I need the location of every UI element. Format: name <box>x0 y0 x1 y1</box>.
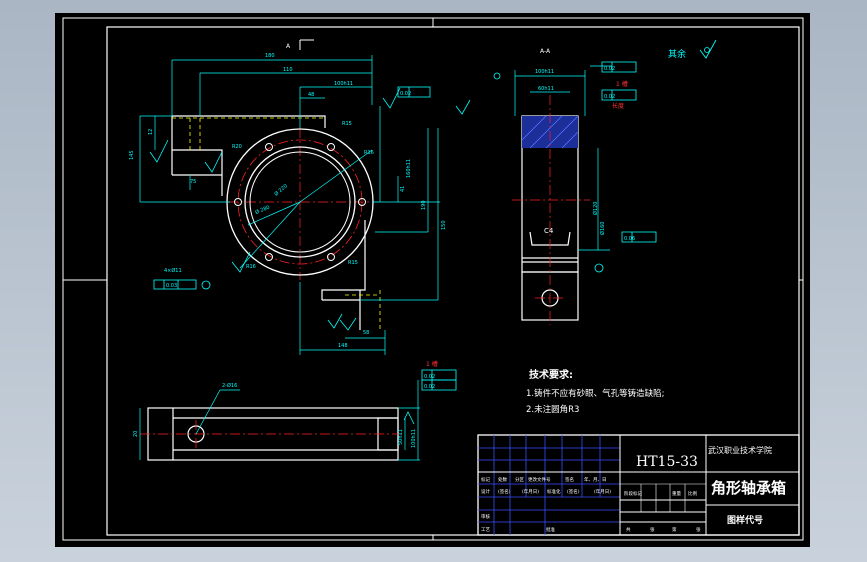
svg-text:0.02: 0.02 <box>604 94 615 100</box>
tb-label-craft: 工艺 <box>481 527 490 533</box>
tb-label-no: 第 <box>672 526 677 533</box>
svg-text:58: 58 <box>363 330 369 336</box>
drawing-code-label: 图样代号 <box>727 514 763 526</box>
svg-text:48: 48 <box>308 92 314 98</box>
tb-label-design: 设计 <box>481 488 490 495</box>
tb-label-zone: 分区 <box>515 476 524 483</box>
svg-text:50h11: 50h11 <box>398 429 404 445</box>
tb-label-mark: 标记 <box>481 476 490 483</box>
tb-label-design-sign: (签名) <box>498 488 511 495</box>
svg-text:12: 12 <box>148 129 154 135</box>
tb-label-standard: 标准化 <box>547 488 561 495</box>
tb-label-scale: 比例 <box>688 490 697 497</box>
svg-text:60h11: 60h11 <box>538 86 554 92</box>
svg-text:长度: 长度 <box>612 102 624 110</box>
tb-label-standard-date: (年月日) <box>594 488 611 495</box>
svg-text:0.02: 0.02 <box>424 374 435 380</box>
svg-text:0.02: 0.02 <box>604 66 615 72</box>
svg-text:0.06: 0.06 <box>624 236 635 242</box>
svg-text:100h11: 100h11 <box>334 81 353 87</box>
svg-text:75: 75 <box>190 179 196 185</box>
tech-req-item-2: 2.未注圆角R3 <box>526 404 579 415</box>
svg-text:R16: R16 <box>246 264 256 270</box>
svg-text:100h11: 100h11 <box>535 69 554 75</box>
tb-label-weight: 重量 <box>672 490 681 497</box>
svg-text:R20: R20 <box>232 144 242 150</box>
tb-label-count: 处数 <box>498 476 507 483</box>
tb-label-approve: 批准 <box>546 526 555 533</box>
tb-label-sheets-1: 张 <box>650 526 655 533</box>
svg-text:100h11: 100h11 <box>411 429 417 448</box>
svg-text:110: 110 <box>283 67 293 73</box>
tb-label-date: 年、月、日 <box>584 476 607 483</box>
svg-text:41: 41 <box>400 186 406 192</box>
svg-text:0.03: 0.03 <box>166 283 177 289</box>
tb-label-design-date: (年月日) <box>522 488 539 495</box>
svg-text:R15: R15 <box>342 121 352 127</box>
drawing-sheet: 180 110 100h11 48 R15 R20 R16 Ø 220 Ø 28… <box>55 13 810 547</box>
tb-label-sign: 签名 <box>565 476 574 483</box>
part-number: HT15-33 <box>636 454 698 470</box>
svg-text:2-Ø16: 2-Ø16 <box>222 382 237 389</box>
tb-label-change-doc: 更改文件号 <box>528 476 551 483</box>
svg-text:180: 180 <box>265 53 275 59</box>
svg-text:150: 150 <box>441 220 447 230</box>
tb-label-standard-sign: (签名) <box>567 488 580 495</box>
svg-text:4×Ø11: 4×Ø11 <box>164 267 182 274</box>
svg-text:C4: C4 <box>544 227 554 235</box>
school-name: 武汉职业技术学院 <box>708 445 772 455</box>
tb-label-total: 共 <box>626 526 631 533</box>
section-label: A-A <box>540 48 551 55</box>
svg-text:145: 145 <box>129 150 135 160</box>
cad-viewport: 180 110 100h11 48 R15 R20 R16 Ø 220 Ø 28… <box>0 0 867 562</box>
part-name: 角形轴承箱 <box>711 479 786 497</box>
svg-text:1 槽: 1 槽 <box>616 80 628 88</box>
tech-req-item-1: 1.铸件不应有砂眼、气孔等铸造缺陷; <box>526 388 664 399</box>
svg-text:Ø160: Ø160 <box>599 222 606 235</box>
svg-text:R15: R15 <box>348 260 358 266</box>
svg-text:1 槽: 1 槽 <box>426 360 438 368</box>
tb-label-sheets-2: 张 <box>696 526 701 533</box>
roughness-note: 其余 <box>668 48 686 60</box>
svg-text:160h11: 160h11 <box>406 159 412 178</box>
svg-text:0.02: 0.02 <box>424 384 435 390</box>
tb-label-stage: 阶段标记 <box>624 490 642 497</box>
svg-text:Ø120: Ø120 <box>592 202 599 215</box>
svg-text:R16: R16 <box>364 150 374 156</box>
svg-text:190: 190 <box>421 200 427 210</box>
tech-req-title: 技术要求: <box>529 368 573 381</box>
svg-text:0.02: 0.02 <box>400 91 411 97</box>
svg-text:20: 20 <box>133 431 139 437</box>
svg-text:148: 148 <box>338 343 348 349</box>
tb-label-review: 审核 <box>481 513 490 520</box>
